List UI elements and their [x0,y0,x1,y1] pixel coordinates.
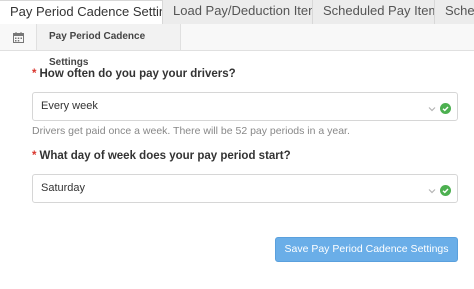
section-header: Pay Period Cadence Settings [0,24,474,68]
frequency-label: * How often do you pay your drivers? [32,68,236,80]
start-day-select[interactable]: Saturday [32,174,458,203]
valid-check-icon [440,183,451,201]
chevron-down-icon [427,183,437,201]
chevron-down-icon [427,101,437,119]
tab-pay-period-cadence-setting[interactable]: Pay Period Cadence Setting [0,0,163,25]
tab-load-pay-deduction-items[interactable]: Load Pay/Deduction Items [163,0,313,24]
tab-bar: Pay Period Cadence Setting Load Pay/Dedu… [0,0,474,25]
frequency-label-text: How often do you pay your drivers? [39,68,236,80]
calendar-icon[interactable] [0,24,37,50]
valid-check-icon [440,101,451,119]
start-day-label: * What day of week does your pay period s… [32,150,291,162]
required-marker: * [32,150,37,162]
required-marker: * [32,68,37,80]
frequency-select-value: Every week [41,100,98,112]
tab-scheduled-truncated[interactable]: Schedu [435,0,474,24]
start-day-label-text: What day of week does your pay period st… [39,150,291,162]
save-cadence-settings-button[interactable]: Save Pay Period Cadence Settings [275,237,458,262]
start-day-select-value: Saturday [41,182,86,194]
tab-scheduled-pay-items[interactable]: Scheduled Pay Items [313,0,435,24]
frequency-help-text: Drivers get paid once a week. There will… [32,125,350,137]
frequency-select[interactable]: Every week [32,92,458,121]
section-title[interactable]: Pay Period Cadence Settings [37,24,181,68]
